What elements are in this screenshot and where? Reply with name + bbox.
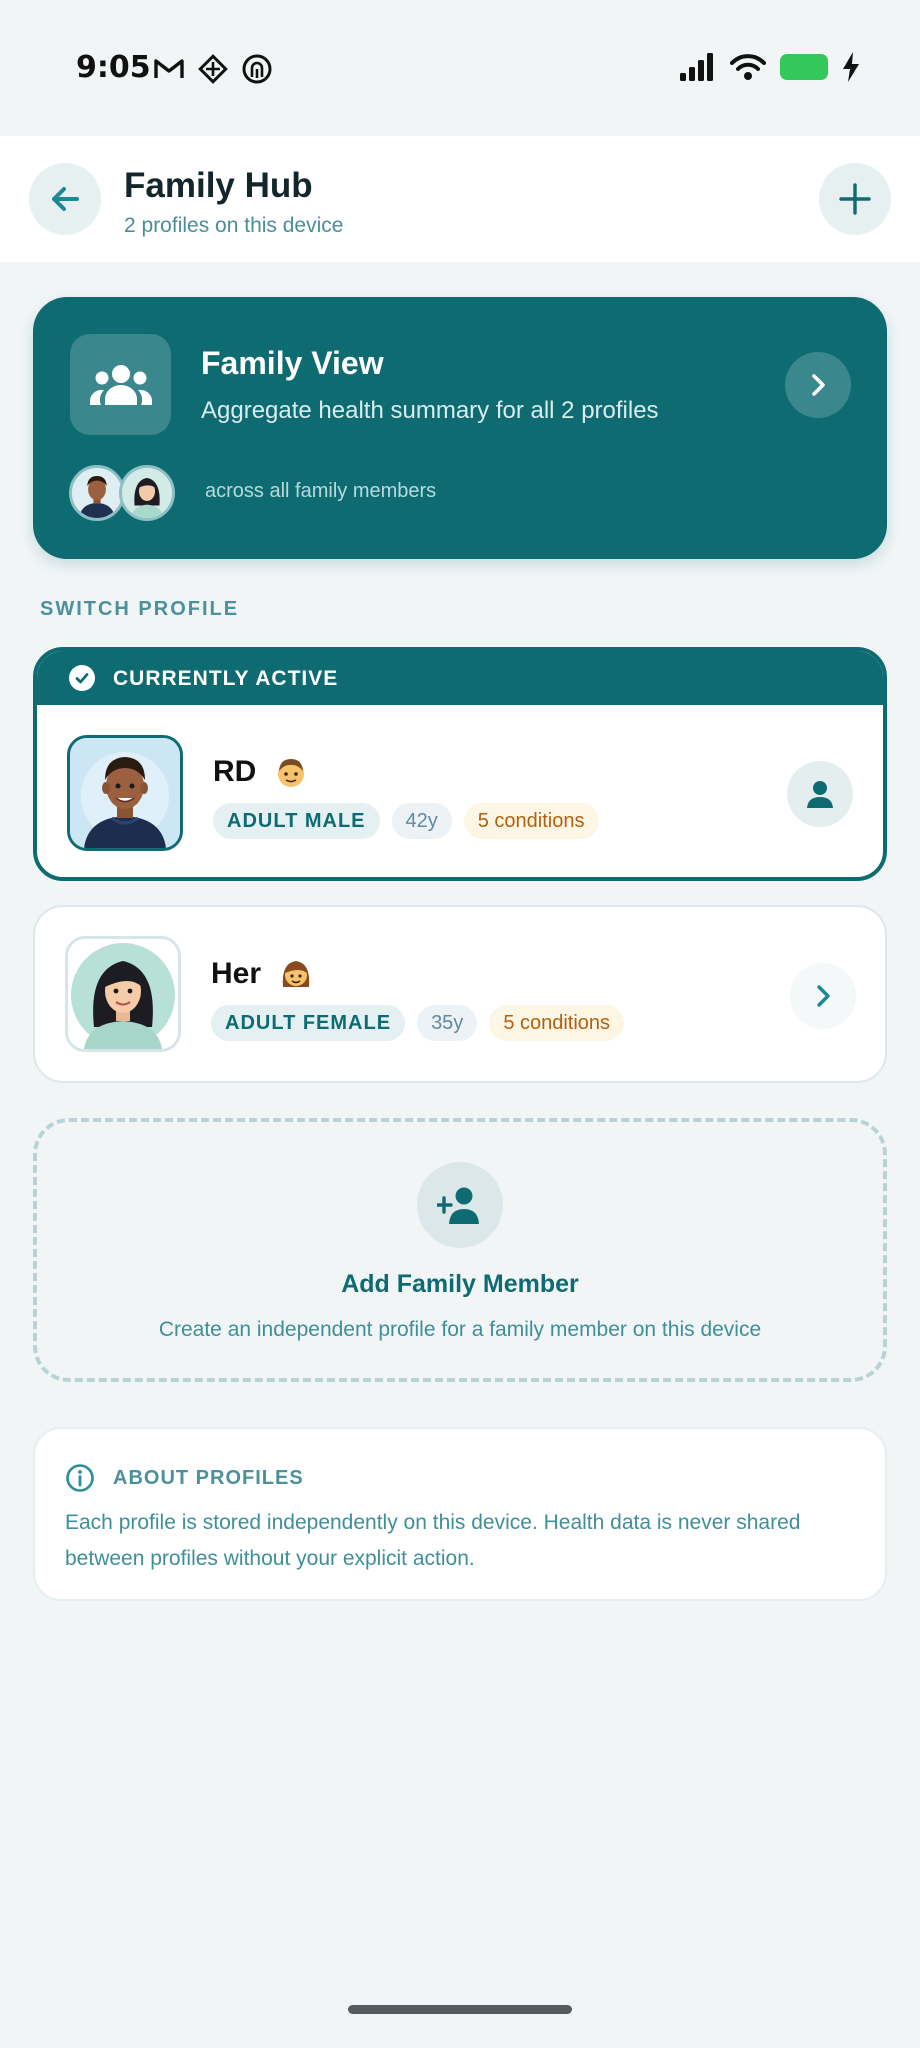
- about-title: ABOUT PROFILES: [113, 1467, 304, 1489]
- profile-card-her[interactable]: Her ADULT FEMALE 35y 5 conditions: [33, 905, 887, 1083]
- add-member-title: Add Family Member: [341, 1270, 579, 1298]
- page-subtitle: 2 profiles on this device: [124, 214, 344, 237]
- man-emoji-icon: [278, 759, 305, 787]
- profile-badges: ADULT MALE 42y 5 conditions: [213, 803, 599, 839]
- profile-card-active[interactable]: CURRENTLY ACTIVE RD ADULT MALE 42y 5 con…: [33, 647, 887, 881]
- family-view-title: Family View: [201, 345, 384, 381]
- charging-bolt-icon: [843, 52, 859, 82]
- family-view-description: Aggregate health summary for all 2 profi…: [201, 397, 659, 424]
- active-banner-label: CURRENTLY ACTIVE: [113, 667, 339, 690]
- add-family-member-card[interactable]: Add Family Member Create an independent …: [33, 1118, 887, 1382]
- avatar: [67, 735, 183, 851]
- back-button[interactable]: [29, 163, 101, 235]
- woman-emoji-icon: [282, 961, 310, 987]
- profile-age-badge: 35y: [417, 1005, 478, 1041]
- add-member-description: Create an independent profile for a fami…: [158, 1318, 762, 1341]
- home-indicator[interactable]: [348, 2005, 572, 2014]
- page-title: Family Hub: [124, 166, 313, 205]
- check-circle-icon: [69, 665, 95, 691]
- person-icon: [807, 781, 833, 808]
- profile-type-badge: ADULT MALE: [213, 803, 380, 839]
- active-banner: CURRENTLY ACTIVE: [37, 651, 883, 705]
- profile-name-text: RD: [213, 755, 257, 788]
- mini-avatar-male: [69, 465, 125, 521]
- app-header: Family Hub 2 profiles on this device: [0, 136, 920, 262]
- profile-type-badge: ADULT FEMALE: [211, 1005, 406, 1041]
- about-text: Each profile is stored independently on …: [65, 1511, 801, 1570]
- section-label-switch-profile: SWITCH PROFILE: [40, 598, 240, 620]
- group-icon: [89, 364, 152, 405]
- about-profiles-card: ABOUT PROFILES Each profile is stored in…: [33, 1427, 887, 1601]
- gmail-icon: [154, 59, 184, 78]
- app-diamond-icon: [198, 54, 228, 84]
- profile-switch-button[interactable]: [790, 963, 856, 1029]
- profile-view-button[interactable]: [787, 761, 853, 827]
- arrow-left-icon: [52, 187, 79, 211]
- family-view-footnote: across all family members: [205, 480, 437, 502]
- mini-avatar-female: [119, 465, 175, 521]
- family-view-open-button[interactable]: [785, 352, 851, 418]
- info-icon: [66, 1464, 94, 1492]
- fingerprint-app-icon: [242, 54, 272, 84]
- status-bar: 9:05: [0, 0, 920, 136]
- avatar: [65, 936, 181, 1052]
- profile-name-text: Her: [211, 957, 262, 990]
- profile-name: Her: [211, 957, 313, 991]
- chevron-right-icon: [817, 985, 830, 1007]
- person-add-icon: [417, 1162, 503, 1248]
- profile-name: RD: [213, 755, 308, 789]
- status-notification-icons: [152, 52, 274, 86]
- battery-icon: [780, 54, 828, 80]
- status-time: 9:05: [76, 50, 151, 85]
- add-profile-button[interactable]: [819, 163, 891, 235]
- family-icon-box: [70, 334, 171, 435]
- status-system-icons: [680, 52, 860, 82]
- plus-icon: [839, 183, 871, 215]
- profile-conditions-badge: 5 conditions: [489, 1005, 625, 1041]
- profile-badges: ADULT FEMALE 35y 5 conditions: [211, 1005, 625, 1041]
- family-member-avatars: [69, 465, 179, 521]
- cellular-signal-icon: [680, 53, 713, 81]
- family-view-card[interactable]: Family View Aggregate health summary for…: [33, 297, 887, 559]
- profile-age-badge: 42y: [391, 803, 452, 839]
- profile-conditions-badge: 5 conditions: [463, 803, 599, 839]
- wifi-icon: [730, 54, 766, 80]
- chevron-right-icon: [812, 374, 825, 396]
